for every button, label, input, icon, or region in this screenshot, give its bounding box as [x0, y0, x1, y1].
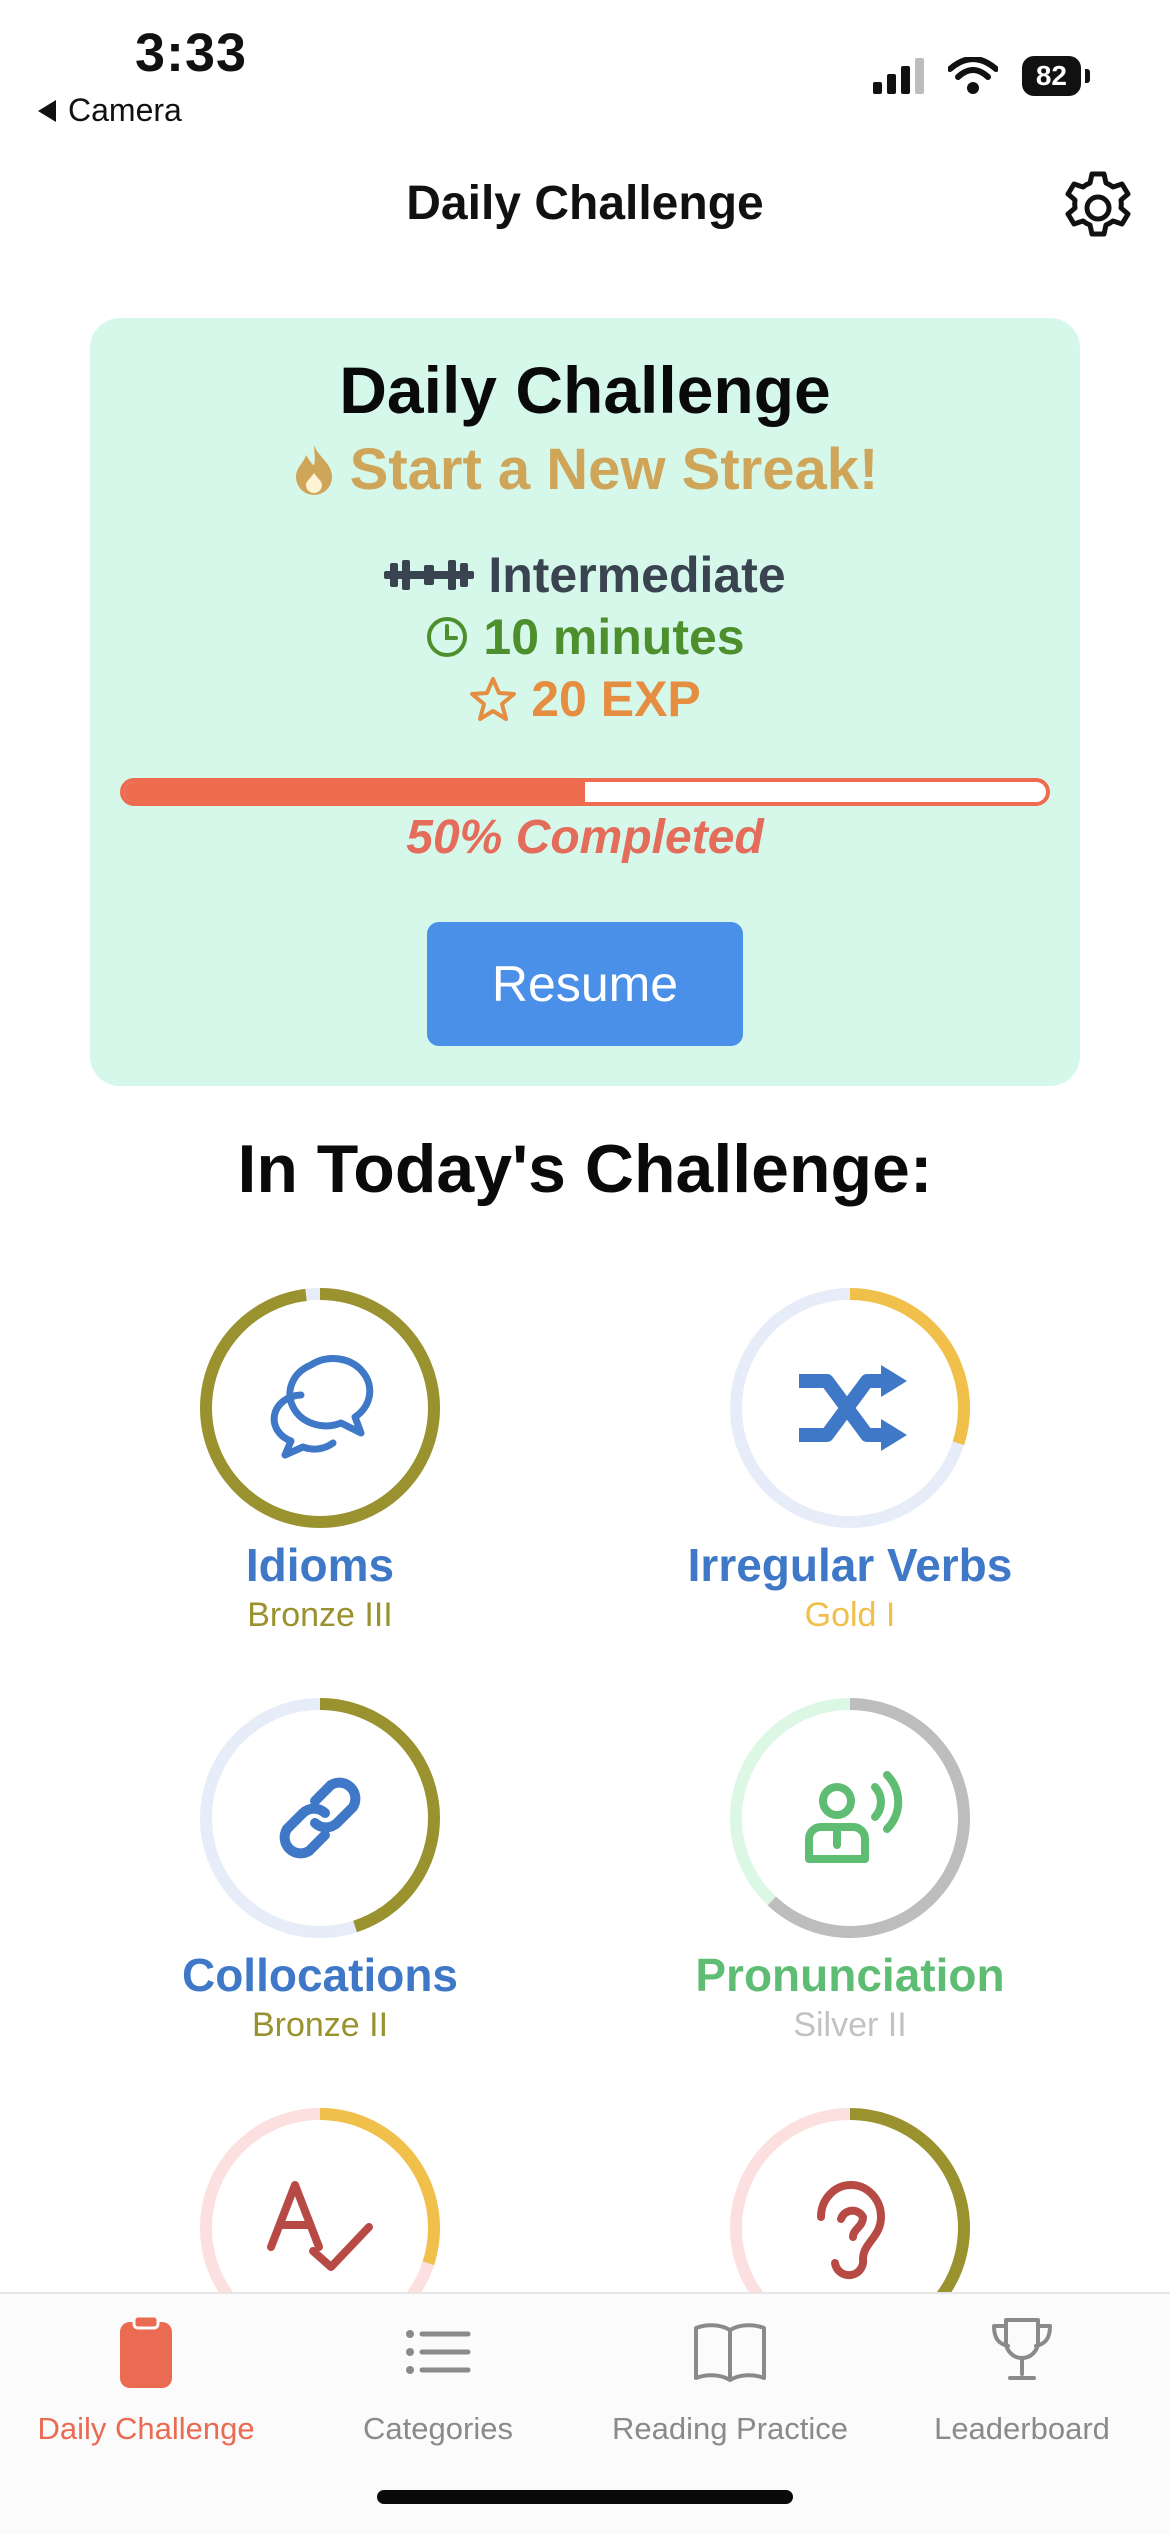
daily-challenge-card: Daily Challenge Start a New Streak! Inte… [90, 318, 1080, 1086]
dumbbell-icon [384, 560, 475, 590]
list-icon [406, 2330, 471, 2374]
category-rank: Silver II [793, 2006, 907, 2044]
tab-label: Leaderboard [934, 2411, 1110, 2446]
category-name: Idioms [245, 1539, 395, 1591]
back-to-camera-link[interactable]: Camera [38, 92, 182, 129]
category-name: Pronunciation [695, 1949, 1005, 2001]
battery-level: 82 [1021, 56, 1081, 96]
resume-button[interactable]: Resume [427, 922, 743, 1046]
progress-label: 50% Completed [406, 811, 764, 864]
tab-daily-challenge[interactable]: Daily Challenge [0, 2312, 292, 2447]
category-card[interactable]: Collocations Bronze II [90, 1694, 550, 2045]
trophy-icon [992, 2318, 1052, 2380]
tab-categories[interactable]: Categories [292, 2312, 584, 2447]
level-text: Intermediate [488, 547, 786, 603]
tab-label: Daily Challenge [37, 2411, 255, 2446]
shuffle-icon [785, 1343, 915, 1473]
back-arrow-icon [38, 99, 56, 122]
tab-label: Categories [363, 2411, 513, 2446]
tab-label: Reading Practice [611, 2411, 849, 2446]
flame-icon [295, 444, 332, 495]
duration-row: 10 minutes [90, 608, 1080, 666]
category-rank: Bronze III [247, 1596, 393, 1634]
wifi-icon [947, 57, 998, 94]
category-rank: Bronze II [251, 2006, 389, 2044]
clock-icon [427, 617, 468, 657]
ear-icon [785, 2163, 915, 2293]
tab-leaderboard[interactable]: Leaderboard [876, 2312, 1168, 2447]
book-icon [694, 2323, 766, 2382]
category-name: Irregular Verbs [687, 1539, 1013, 1591]
status-indicators: 82 [872, 56, 1090, 96]
home-indicator [377, 2490, 793, 2504]
section-title: In Today's Challenge: [237, 1131, 933, 1207]
exp-text: 20 EXP [531, 671, 701, 727]
tab-reading-practice[interactable]: Reading Practice [584, 2312, 876, 2447]
cellular-signal-icon [872, 58, 924, 94]
clipboard-icon [120, 2314, 172, 2388]
category-progress-ring [726, 1284, 974, 1532]
category-card[interactable]: Pronunciation Silver II [620, 1694, 1080, 2045]
link-icon [255, 1753, 385, 1883]
back-label: Camera [68, 92, 182, 128]
page-title: Daily Challenge [406, 177, 764, 230]
card-title: Daily Challenge [339, 353, 831, 427]
category-card[interactable]: Idioms Bronze III [90, 1284, 550, 1635]
battery-icon: 82 [1021, 56, 1090, 96]
streak-text: Start a New Streak! [349, 437, 879, 502]
category-progress-ring [726, 1694, 974, 1942]
settings-gear-icon[interactable] [1058, 168, 1138, 248]
category-card[interactable]: Irregular Verbs Gold I [620, 1284, 1080, 1635]
exp-row: 20 EXP [90, 670, 1080, 728]
speaking-person-icon [785, 1753, 915, 1883]
duration-text: 10 minutes [483, 609, 745, 665]
speech-bubbles-icon [255, 1343, 385, 1473]
star-icon [470, 677, 517, 721]
category-rank: Gold I [804, 1596, 896, 1634]
category-name: Collocations [181, 1949, 459, 2001]
progress-fill [124, 782, 585, 802]
category-progress-ring [196, 1284, 444, 1532]
spell-check-icon [255, 2163, 385, 2293]
level-row: Intermediate [90, 546, 1080, 604]
progress-bar [120, 778, 1050, 806]
category-progress-ring [196, 1694, 444, 1942]
streak-status: Start a New Streak! [90, 436, 1080, 503]
status-time: 3:33 [135, 23, 248, 83]
